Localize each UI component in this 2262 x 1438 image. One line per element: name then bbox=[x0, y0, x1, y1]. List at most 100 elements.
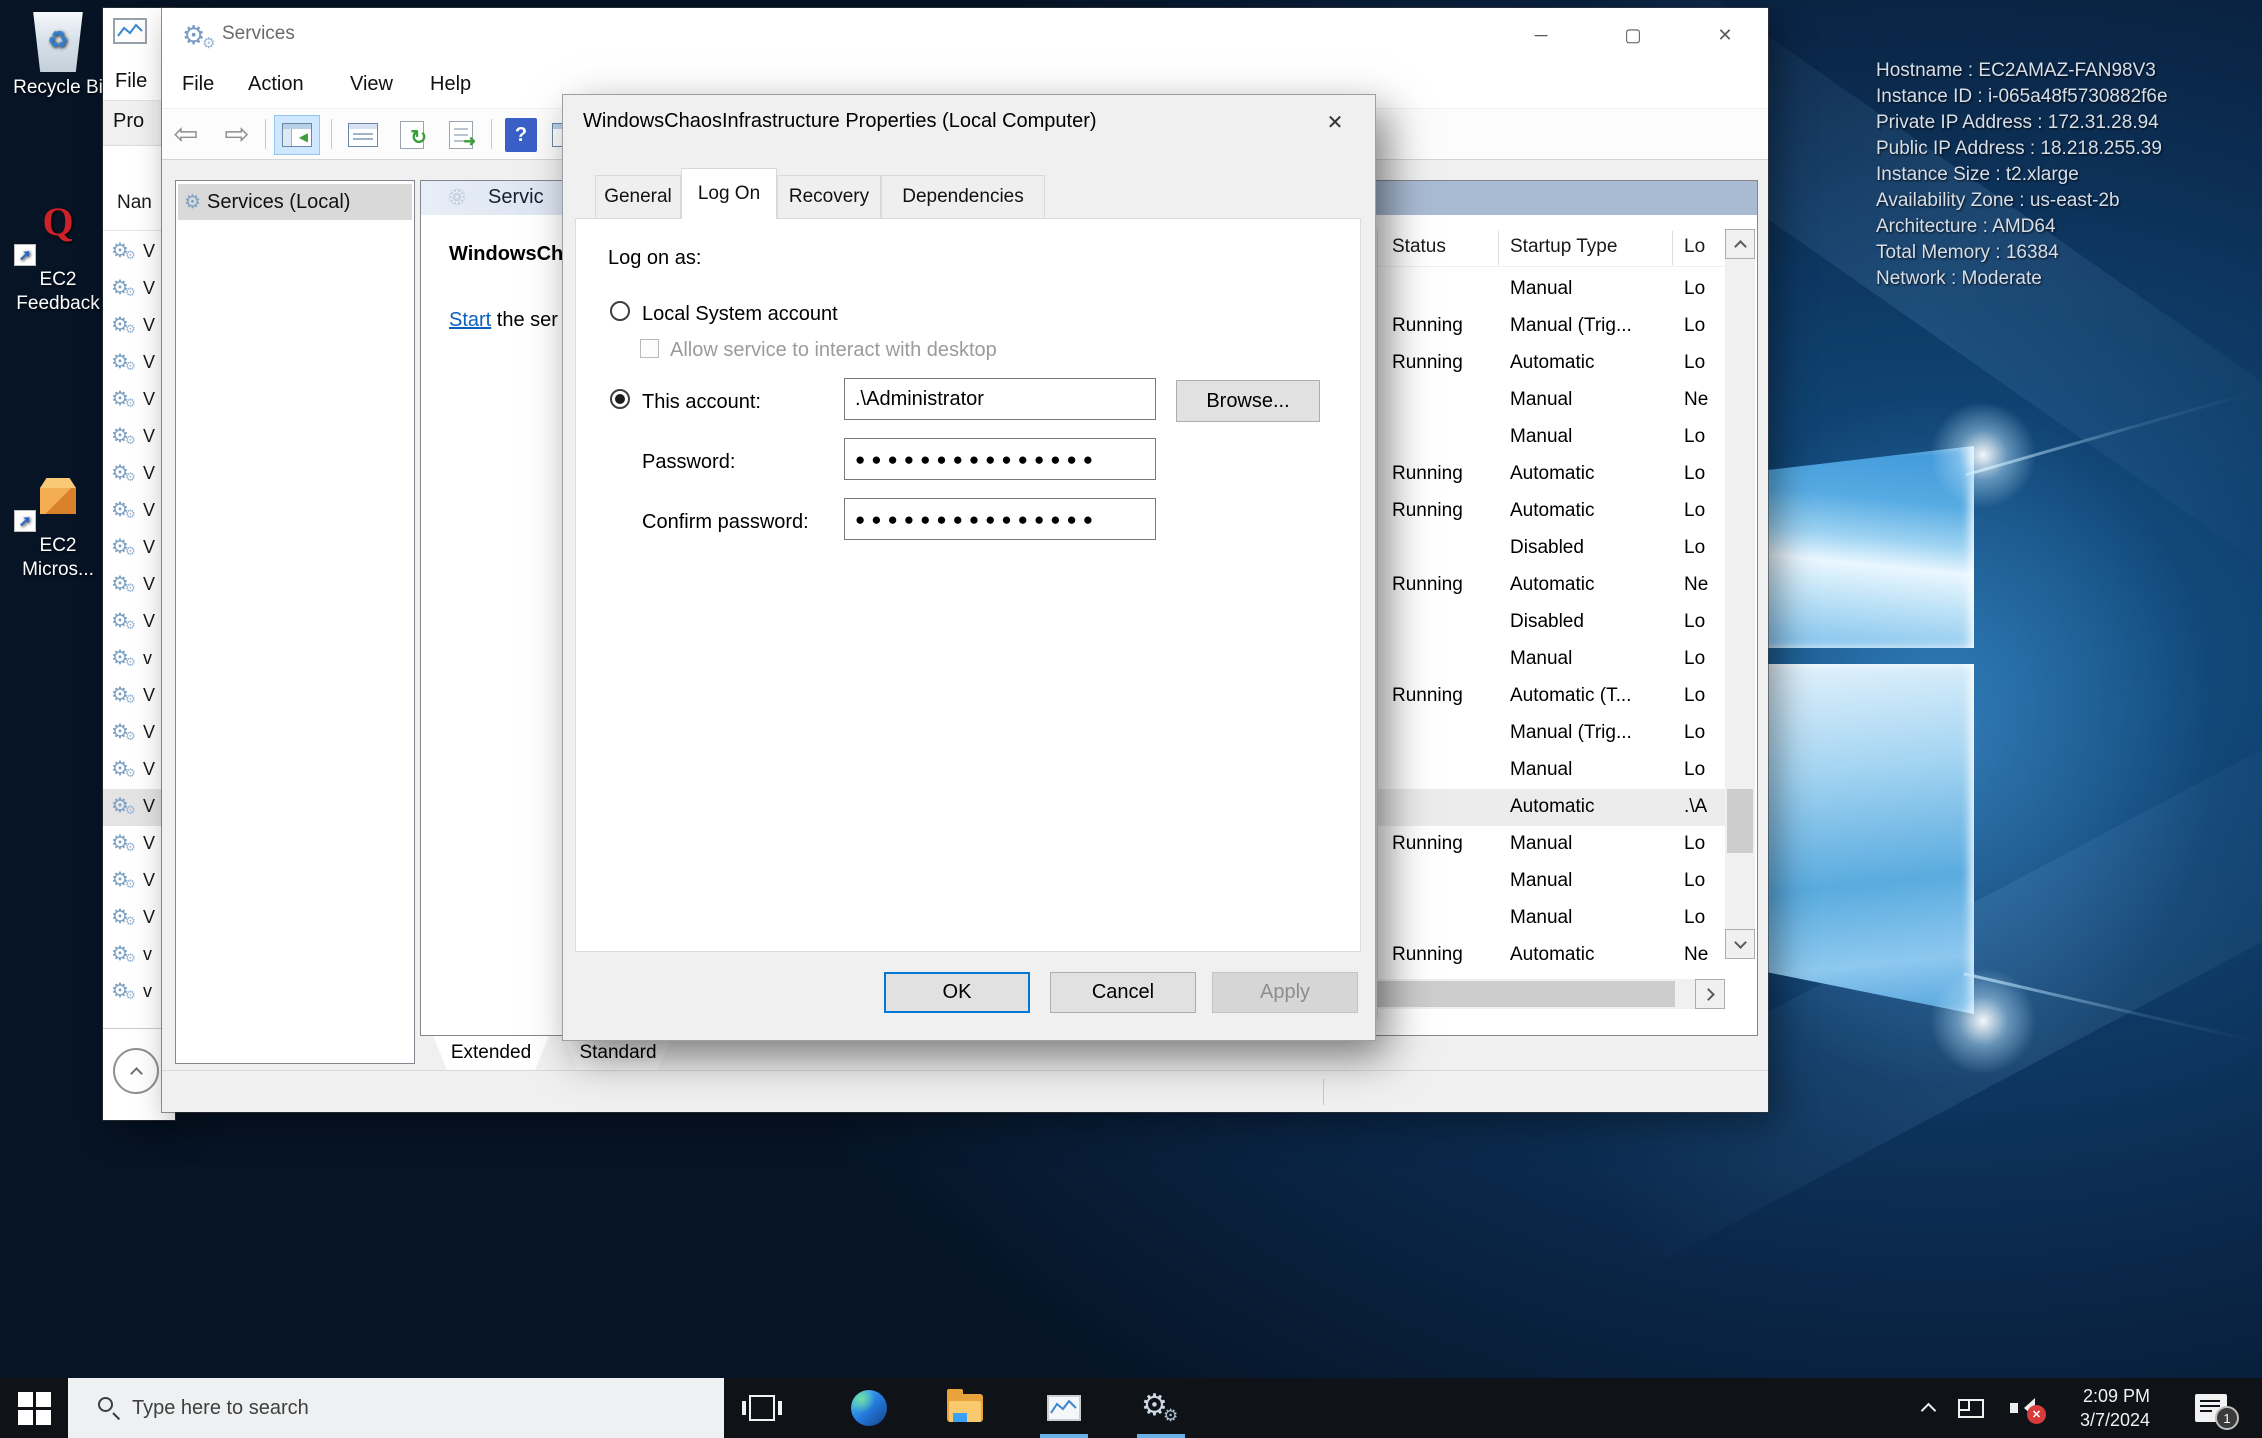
logon-cell: Lo bbox=[1684, 426, 1705, 448]
properties-button[interactable] bbox=[344, 117, 382, 153]
scroll-up-button[interactable] bbox=[1725, 229, 1755, 259]
service-row[interactable]: Manual (Trig...Lo bbox=[1378, 715, 1725, 752]
service-row[interactable]: RunningAutomaticNe bbox=[1378, 567, 1725, 604]
gear-icon-small: ⚙ bbox=[125, 655, 136, 669]
view-tab-standard[interactable]: Standard bbox=[564, 1036, 672, 1070]
service-row[interactable]: RunningManualLo bbox=[1378, 826, 1725, 863]
column-header-lo[interactable]: Lo bbox=[1684, 236, 1705, 258]
background-toolbar-label[interactable]: Pro bbox=[113, 110, 144, 133]
service-row[interactable]: RunningManual (Trig...Lo bbox=[1378, 308, 1725, 345]
action-center-button[interactable]: 1 bbox=[2180, 1378, 2242, 1438]
service-row[interactable]: DisabledLo bbox=[1378, 530, 1725, 567]
column-header-status[interactable]: Status bbox=[1392, 236, 1446, 258]
service-row[interactable]: RunningAutomatic (T...Lo bbox=[1378, 678, 1725, 715]
menu-view[interactable]: View bbox=[350, 73, 393, 96]
tree-item-services-local[interactable]: ⚙ Services (Local) bbox=[178, 184, 412, 220]
dialog-close-button[interactable]: ✕ bbox=[1307, 101, 1363, 143]
this-account-label[interactable]: This account: bbox=[642, 391, 761, 414]
info-line: Hostname : EC2AMAZ-FAN98V3 bbox=[1876, 58, 2262, 84]
column-header-startup-type[interactable]: Startup Type bbox=[1510, 236, 1617, 258]
edge-icon bbox=[851, 1390, 887, 1426]
forward-button[interactable]: ⇨ bbox=[218, 117, 256, 153]
search-input[interactable] bbox=[132, 1378, 692, 1438]
scrollbar-thumb[interactable] bbox=[1377, 981, 1675, 1007]
maximize-button[interactable]: ▢ bbox=[1605, 18, 1661, 52]
dialog-tab-recovery[interactable]: Recovery bbox=[777, 175, 881, 219]
gear-icon-small: ⚙ bbox=[125, 544, 136, 558]
start-button[interactable] bbox=[0, 1378, 68, 1438]
scrollbar-thumb[interactable] bbox=[1727, 789, 1753, 853]
service-row[interactable]: ManualLo bbox=[1378, 271, 1725, 308]
background-name-column-header[interactable]: Nan bbox=[117, 192, 152, 214]
desktop-icon-ec2-microsoft[interactable]: ➚ EC2 Micros... bbox=[2, 474, 114, 582]
show-console-tree-button[interactable]: ◀ bbox=[274, 115, 320, 155]
volume-tray-icon[interactable]: ✕ bbox=[1998, 1378, 2052, 1438]
close-button[interactable]: ✕ bbox=[1697, 18, 1753, 52]
clock-date: 3/7/2024 bbox=[2080, 1408, 2150, 1432]
apply-button[interactable]: Apply bbox=[1212, 972, 1358, 1013]
desktop-icon-ec2-feedback[interactable]: Q ➚ EC2 Feedback bbox=[2, 200, 114, 316]
menu-action[interactable]: Action bbox=[248, 73, 304, 96]
interact-desktop-checkbox[interactable] bbox=[640, 339, 659, 358]
service-row[interactable]: RunningAutomaticLo bbox=[1378, 345, 1725, 382]
vertical-scrollbar[interactable] bbox=[1725, 229, 1755, 959]
service-row[interactable]: Automatic.\A bbox=[1378, 789, 1725, 826]
refresh-button[interactable]: ↻ bbox=[393, 117, 431, 153]
password-input[interactable]: ●●●●●●●●●●●●●●● bbox=[844, 438, 1156, 480]
ok-button[interactable]: OK bbox=[884, 972, 1030, 1013]
service-row[interactable]: RunningAutomaticLo bbox=[1378, 456, 1725, 493]
service-row[interactable]: ManualNe bbox=[1378, 382, 1725, 419]
task-view-button[interactable] bbox=[724, 1378, 800, 1438]
scroll-up-button[interactable] bbox=[113, 1048, 159, 1094]
gear-icon-small: ⚙ bbox=[125, 470, 136, 484]
minimize-button[interactable]: ─ bbox=[1513, 18, 1569, 52]
cancel-button[interactable]: Cancel bbox=[1050, 972, 1196, 1013]
services-gears-icon: ⚙⚙ bbox=[1141, 1388, 1181, 1428]
this-account-radio[interactable] bbox=[610, 389, 630, 409]
back-button[interactable]: ⇦ bbox=[167, 117, 205, 153]
shortcut-arrow-icon: ➚ bbox=[14, 510, 36, 532]
info-line: Instance Size : t2.xlarge bbox=[1876, 162, 2262, 188]
taskbar-performance-monitor[interactable] bbox=[1031, 1378, 1097, 1438]
services-titlebar[interactable]: ⚙ ⚙ Services ─ ▢ ✕ bbox=[162, 8, 1768, 64]
local-system-radio[interactable] bbox=[610, 301, 630, 321]
service-row[interactable]: ManualLo bbox=[1378, 752, 1725, 789]
service-row[interactable]: DisabledLo bbox=[1378, 604, 1725, 641]
menu-help[interactable]: Help bbox=[430, 73, 471, 96]
service-row[interactable]: ManualLo bbox=[1378, 419, 1725, 456]
service-row[interactable]: ManualLo bbox=[1378, 863, 1725, 900]
tray-expand-button[interactable] bbox=[1908, 1378, 1948, 1438]
service-row[interactable]: RunningAutomaticLo bbox=[1378, 493, 1725, 530]
help-button[interactable]: ? bbox=[502, 117, 540, 153]
taskbar-edge[interactable] bbox=[836, 1378, 902, 1438]
view-tab-extended[interactable]: Extended bbox=[433, 1036, 549, 1070]
export-list-button[interactable]: ➜ bbox=[442, 117, 480, 153]
taskbar-clock[interactable]: 2:09 PM 3/7/2024 bbox=[2056, 1378, 2174, 1438]
startup-cell: Automatic bbox=[1510, 352, 1594, 374]
gear-icon-small: ⚙ bbox=[125, 729, 136, 743]
menu-file[interactable]: File bbox=[182, 73, 214, 96]
service-name-truncated: v bbox=[143, 648, 152, 669]
start-service-link[interactable]: Start bbox=[449, 309, 491, 331]
service-row[interactable]: RunningAutomaticNe bbox=[1378, 937, 1725, 974]
dialog-tab-dependencies[interactable]: Dependencies bbox=[881, 175, 1045, 219]
network-tray-icon[interactable] bbox=[1948, 1378, 1994, 1438]
confirm-password-input[interactable]: ●●●●●●●●●●●●●●● bbox=[844, 498, 1156, 540]
local-system-label[interactable]: Local System account bbox=[642, 303, 838, 326]
background-menu-file[interactable]: File bbox=[115, 70, 147, 93]
account-input[interactable]: .\Administrator bbox=[844, 378, 1156, 420]
taskbar-services[interactable]: ⚙⚙ bbox=[1128, 1378, 1194, 1438]
dialog-tab-general[interactable]: General bbox=[595, 175, 681, 219]
horizontal-scrollbar[interactable] bbox=[1377, 979, 1725, 1009]
service-row[interactable]: ManualLo bbox=[1378, 641, 1725, 678]
taskbar-search[interactable] bbox=[68, 1378, 724, 1438]
info-line: Network : Moderate bbox=[1876, 266, 2262, 292]
browse-button[interactable]: Browse... bbox=[1176, 380, 1320, 422]
scroll-down-button[interactable] bbox=[1725, 929, 1755, 959]
gear-icon-small: ⚙ bbox=[125, 803, 136, 817]
desktop-icon-recycle-bin[interactable]: ♻ Recycle Bi bbox=[2, 12, 114, 100]
service-row[interactable]: ManualLo bbox=[1378, 900, 1725, 937]
taskbar-file-explorer[interactable] bbox=[932, 1378, 998, 1438]
scroll-right-button[interactable] bbox=[1695, 979, 1725, 1009]
dialog-tab-log-on[interactable]: Log On bbox=[681, 168, 777, 219]
